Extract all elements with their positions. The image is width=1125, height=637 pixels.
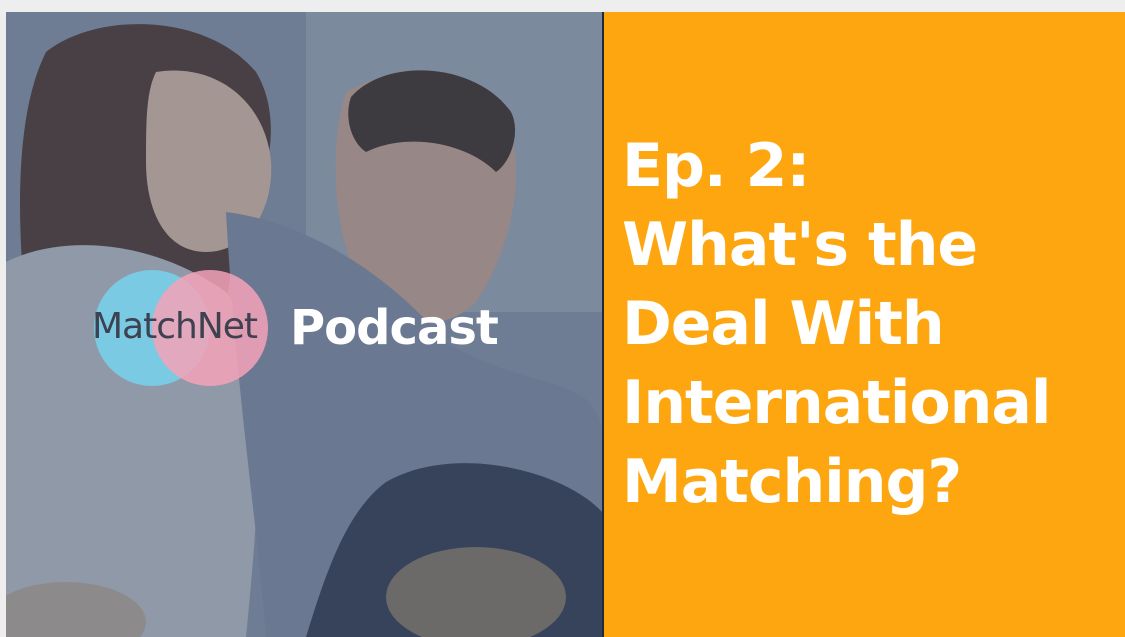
- matchnet-logo: MatchNet Podcast: [86, 270, 566, 390]
- episode-title-line: Matching?: [622, 447, 962, 517]
- episode-title: Ep. 2: What's the Deal With Internationa…: [622, 127, 1122, 522]
- episode-title-line: International: [622, 368, 1051, 438]
- episode-title-panel: Ep. 2: What's the Deal With Internationa…: [604, 12, 1125, 637]
- episode-title-line: Deal With: [622, 289, 945, 359]
- podcast-label: Podcast: [290, 300, 499, 356]
- logo-brand-text: MatchNet: [92, 306, 258, 347]
- podcast-cover: MatchNet Podcast Ep. 2: What's the Deal …: [0, 0, 1125, 637]
- episode-title-line: Ep. 2:: [622, 131, 810, 201]
- episode-title-line: What's the: [622, 210, 978, 280]
